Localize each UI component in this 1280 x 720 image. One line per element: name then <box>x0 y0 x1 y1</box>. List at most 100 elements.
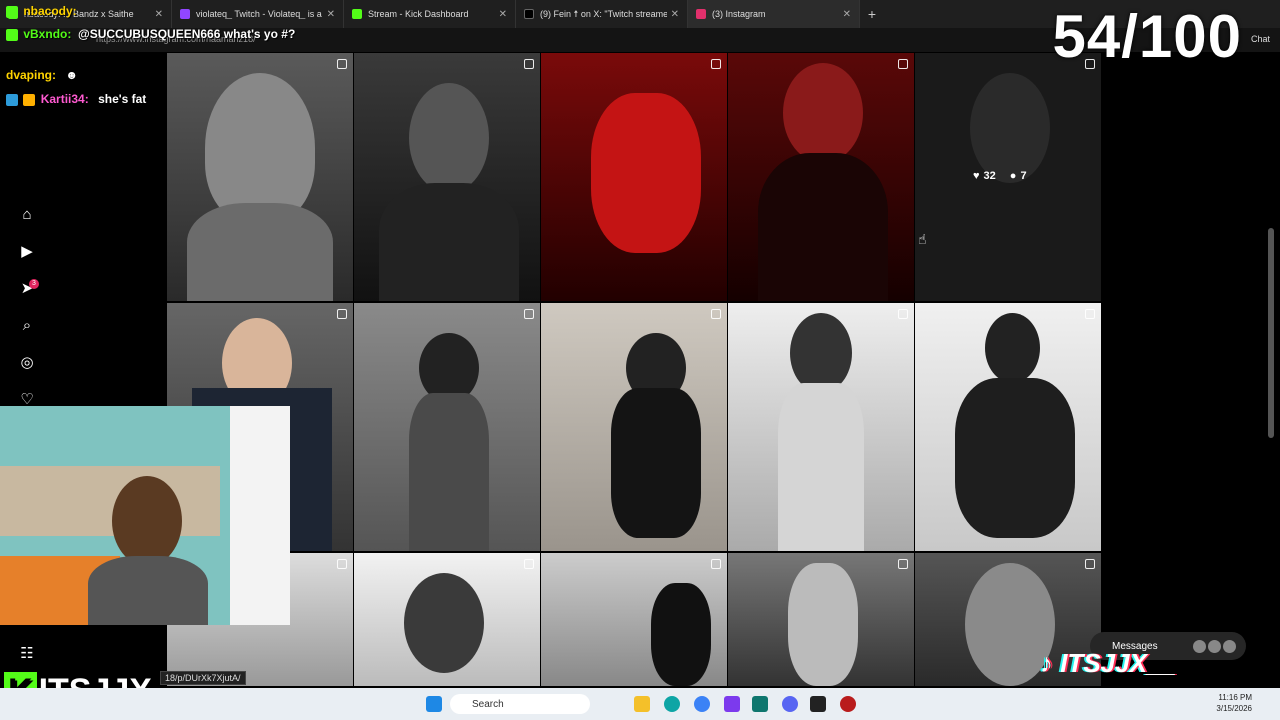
post-thumbnail[interactable] <box>354 553 540 686</box>
progress-counter: 54/100 <box>1052 3 1242 70</box>
photo-subject <box>187 203 333 301</box>
search-icon[interactable]: ⌕ <box>17 315 37 335</box>
carousel-icon <box>337 59 347 69</box>
webcam-feed <box>0 406 290 625</box>
likes-count: 32 <box>983 170 996 182</box>
tab-kick-dashboard[interactable]: Stream - Kick Dashboard ✕ <box>344 0 516 28</box>
file-explorer-icon[interactable] <box>634 696 650 712</box>
photo-subject <box>611 388 701 538</box>
app-icon[interactable] <box>752 696 768 712</box>
photo-subject <box>205 73 315 223</box>
post-thumbnail[interactable] <box>728 303 914 551</box>
chat-message: nbacody: <box>6 4 83 18</box>
photo-subject <box>955 378 1075 538</box>
x-favicon <box>524 9 534 19</box>
post-thumbnail[interactable] <box>728 553 914 686</box>
post-thumbnail[interactable] <box>541 53 727 301</box>
tab-x[interactable]: (9) Fein ☨ on X: "Twitch streamer ✕ <box>516 0 688 28</box>
kick-favicon <box>352 9 362 19</box>
photo-subject <box>985 313 1040 383</box>
photo-subject <box>651 583 711 686</box>
heart-icon: ♥ <box>973 170 980 182</box>
photo-subject <box>970 73 1050 183</box>
chat-text: she's fat <box>98 92 147 106</box>
post-thumbnail[interactable] <box>541 553 727 686</box>
close-icon[interactable]: ✕ <box>671 9 679 20</box>
tiktok-handle-text: ITSJJX__ <box>1060 648 1176 678</box>
edge-icon[interactable] <box>664 696 680 712</box>
carousel-icon <box>898 59 908 69</box>
emote-icon: ☻ <box>65 68 78 82</box>
avatar <box>1223 639 1236 653</box>
photo-subject <box>409 393 489 551</box>
scrollbar[interactable] <box>1268 228 1274 438</box>
post-thumbnail[interactable] <box>728 53 914 301</box>
post-thumbnail[interactable] <box>915 303 1101 551</box>
photo-subject <box>758 153 888 301</box>
taskbar-search[interactable]: Search <box>450 694 590 714</box>
chat-username: nbacody: <box>23 4 77 18</box>
photo-subject <box>778 383 864 551</box>
avatar <box>1193 639 1206 653</box>
post-thumbnail[interactable] <box>354 303 540 551</box>
app-icon[interactable] <box>840 696 856 712</box>
reels-icon[interactable]: ▶ <box>17 241 37 261</box>
tab-label: (3) Instagram <box>712 9 766 19</box>
discord-icon[interactable] <box>782 696 798 712</box>
close-icon[interactable]: ✕ <box>499 9 507 20</box>
carousel-icon <box>711 559 721 569</box>
notification-badge: 3 <box>29 279 39 289</box>
door <box>230 406 290 625</box>
tiktok-handle: ♪ ITSJJX__ <box>1040 648 1176 678</box>
photo-subject <box>379 183 519 301</box>
system-clock[interactable]: 11:16 PM 3/15/2026 <box>1216 692 1252 714</box>
close-icon[interactable]: ✕ <box>155 9 163 20</box>
comment-icon: ● <box>1009 170 1017 182</box>
chat-message: vBxndo: <box>6 27 77 41</box>
explore-icon[interactable]: ◎ <box>17 352 37 372</box>
chat-message: Kartii34: she's fat <box>6 92 146 106</box>
post-hover-stats: ♥ 32 ● 7 <box>973 170 1027 182</box>
post-thumbnail[interactable] <box>354 53 540 301</box>
close-icon[interactable]: ✕ <box>843 9 851 20</box>
carousel-icon <box>524 559 534 569</box>
tab-instagram[interactable]: (3) Instagram ✕ <box>688 0 860 28</box>
close-icon[interactable]: ✕ <box>327 9 335 20</box>
post-thumbnail[interactable] <box>541 303 727 551</box>
carousel-icon <box>337 309 347 319</box>
crown-badge-icon <box>23 93 36 106</box>
carousel-icon <box>1085 309 1095 319</box>
instagram-favicon <box>696 9 706 19</box>
epic-games-icon[interactable] <box>810 696 826 712</box>
carousel-icon <box>524 59 534 69</box>
app-icon[interactable] <box>694 696 710 712</box>
new-tab-button[interactable]: + <box>860 6 884 22</box>
post-thumbnail[interactable] <box>167 53 353 301</box>
chat-message: dvaping: ☻ <box>6 68 78 82</box>
photo-subject <box>404 573 484 673</box>
chat-button[interactable]: Chat <box>1251 34 1270 44</box>
tab-twitch[interactable]: violateq_ Twitch - Violateq_ is a cr ✕ <box>172 0 344 28</box>
hand-cursor-icon: ☝ <box>918 231 927 247</box>
clock-time: 11:16 PM <box>1218 693 1252 702</box>
tab-label: (9) Fein ☨ on X: "Twitch streamer <box>540 8 667 19</box>
tab-label: Stream - Kick Dashboard <box>368 9 469 19</box>
app-icon[interactable] <box>724 696 740 712</box>
carousel-icon <box>711 59 721 69</box>
windows-start-icon[interactable] <box>426 696 442 712</box>
search-label: Search <box>472 698 504 710</box>
carousel-icon <box>337 559 347 569</box>
chat-username: Kartii34: <box>40 92 89 106</box>
more-icon[interactable]: ☷ <box>17 643 37 663</box>
status-url: 18/p/DUrXk7XjutA/ <box>160 671 246 685</box>
home-icon[interactable]: ⌂ <box>17 204 37 224</box>
avatar <box>1208 639 1221 653</box>
photo-subject <box>409 83 489 193</box>
post-grid <box>167 53 1102 686</box>
comments-count: 7 <box>1020 170 1027 182</box>
comments-stat: ● 7 <box>1010 170 1027 182</box>
photo-subject <box>591 93 701 253</box>
chat-username: dvaping: <box>6 68 56 82</box>
carousel-icon <box>898 559 908 569</box>
subscriber-badge-icon <box>6 93 18 106</box>
